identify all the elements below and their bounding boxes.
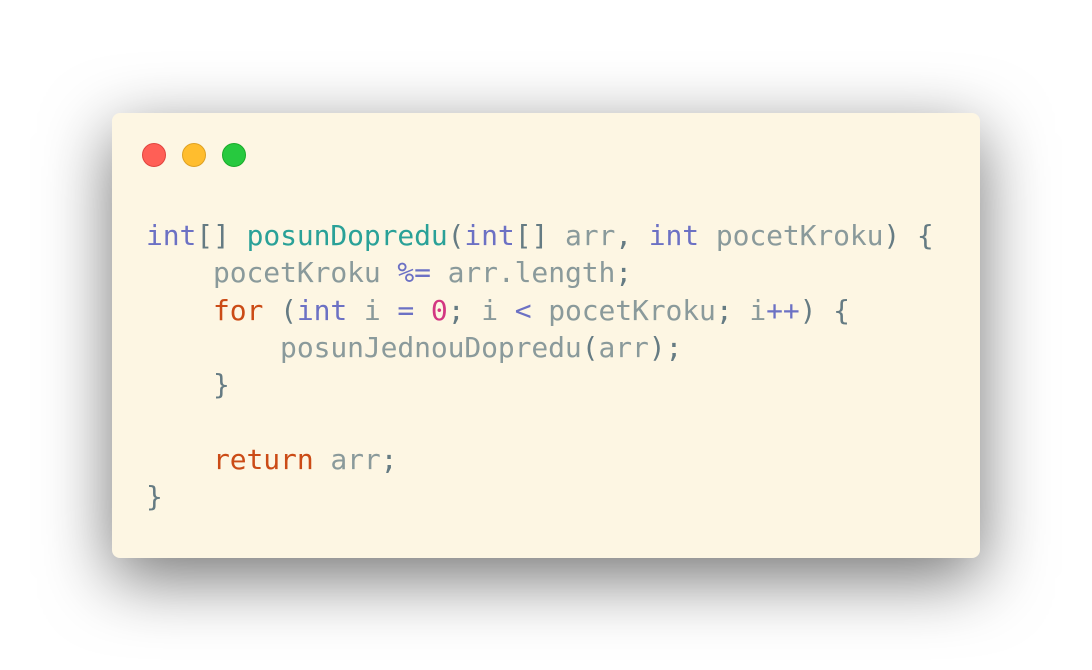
code-line: } — [146, 366, 934, 403]
code-token: = — [397, 293, 415, 327]
code-token: } — [146, 480, 163, 514]
code-token: [] — [514, 219, 565, 252]
code-token: 0 — [430, 293, 448, 327]
code-token: int — [464, 219, 515, 252]
code-token: i — [749, 293, 767, 327]
code-token: arr.length — [430, 256, 616, 290]
maximize-window-icon[interactable] — [222, 143, 246, 167]
code-token: ( — [447, 219, 465, 252]
code-line: posunJednouDopredu(arr); — [146, 329, 934, 366]
code-token: [] — [196, 219, 247, 252]
code-token: posunDopredu — [246, 219, 448, 252]
code-token: return — [213, 442, 314, 476]
code-token: %= — [397, 256, 431, 290]
code-block: int[] posunDopredu(int[] arr, int pocetK… — [146, 217, 934, 515]
code-token: posunJednouDopredu — [146, 330, 582, 364]
code-window: int[] posunDopredu(int[] arr, int pocetK… — [112, 113, 980, 558]
code-token: int — [146, 219, 197, 252]
code-token: pocetKroku — [146, 256, 398, 290]
code-token: int — [648, 219, 700, 252]
code-line: pocetKroku %= arr.length; — [146, 254, 934, 291]
code-line: return arr; — [146, 441, 934, 478]
code-token: < — [514, 293, 532, 327]
code-token: pocetKroku — [699, 219, 884, 252]
code-token: i — [481, 293, 515, 327]
code-token: arr — [564, 219, 616, 252]
code-token: ; — [447, 293, 482, 327]
code-token: ( — [581, 330, 599, 364]
code-token: ); — [648, 330, 683, 364]
code-token: ) { — [799, 293, 850, 327]
code-line: } — [146, 478, 934, 515]
code-line: for (int i = 0; i < pocetKroku; i++) { — [146, 292, 934, 329]
close-window-icon[interactable] — [142, 143, 166, 167]
code-token: ; — [380, 442, 398, 476]
code-token: arr — [313, 442, 381, 476]
code-token: int — [296, 293, 348, 327]
code-line: int[] posunDopredu(int[] arr, int pocetK… — [146, 217, 934, 254]
code-token: ) { — [883, 219, 934, 252]
code-token: pocetKroku — [531, 293, 716, 327]
code-token: } — [146, 368, 230, 402]
code-token: for — [213, 293, 264, 327]
code-token: ++ — [766, 293, 800, 327]
code-token: , — [615, 219, 649, 252]
code-token: arr — [598, 330, 649, 364]
minimize-window-icon[interactable] — [182, 143, 206, 167]
code-token: ( — [263, 293, 297, 327]
code-token: i — [347, 293, 398, 327]
code-token: ; — [715, 293, 750, 327]
code-token: ; — [615, 256, 632, 290]
